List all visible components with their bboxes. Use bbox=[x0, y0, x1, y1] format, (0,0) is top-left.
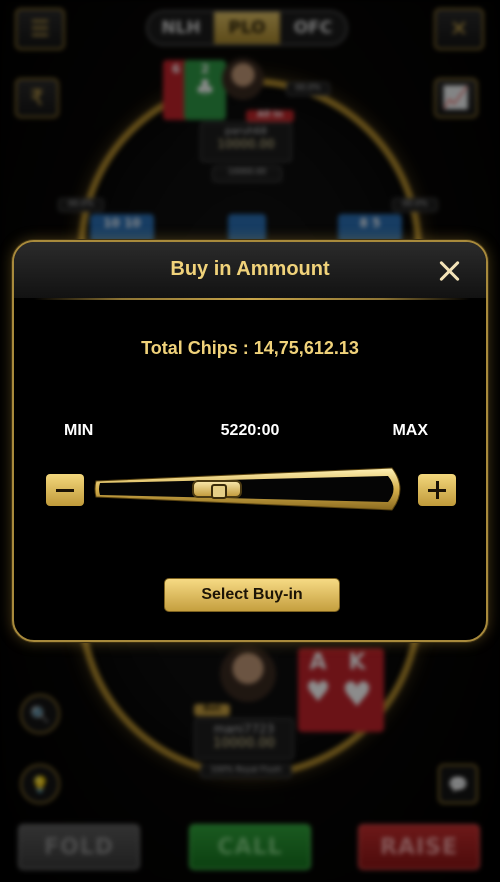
header-divider bbox=[34, 298, 470, 300]
minus-icon bbox=[56, 488, 74, 492]
select-buy-in-button[interactable]: Select Buy-in bbox=[164, 578, 340, 612]
close-icon[interactable] bbox=[438, 260, 460, 282]
total-chips-text: Total Chips : 14,75,612.13 bbox=[141, 338, 359, 358]
slider-track bbox=[94, 467, 401, 511]
buy-in-modal: Buy in Ammount Total Chips : 14,75,612.1… bbox=[12, 240, 488, 642]
slider-thumb[interactable] bbox=[192, 480, 243, 499]
decrease-button[interactable] bbox=[46, 474, 84, 506]
max-label: MAX bbox=[392, 422, 428, 439]
buy-in-slider[interactable] bbox=[92, 466, 410, 512]
plus-icon bbox=[428, 481, 446, 499]
modal-title: Buy in Ammount bbox=[170, 258, 330, 280]
increase-button[interactable] bbox=[418, 474, 456, 506]
